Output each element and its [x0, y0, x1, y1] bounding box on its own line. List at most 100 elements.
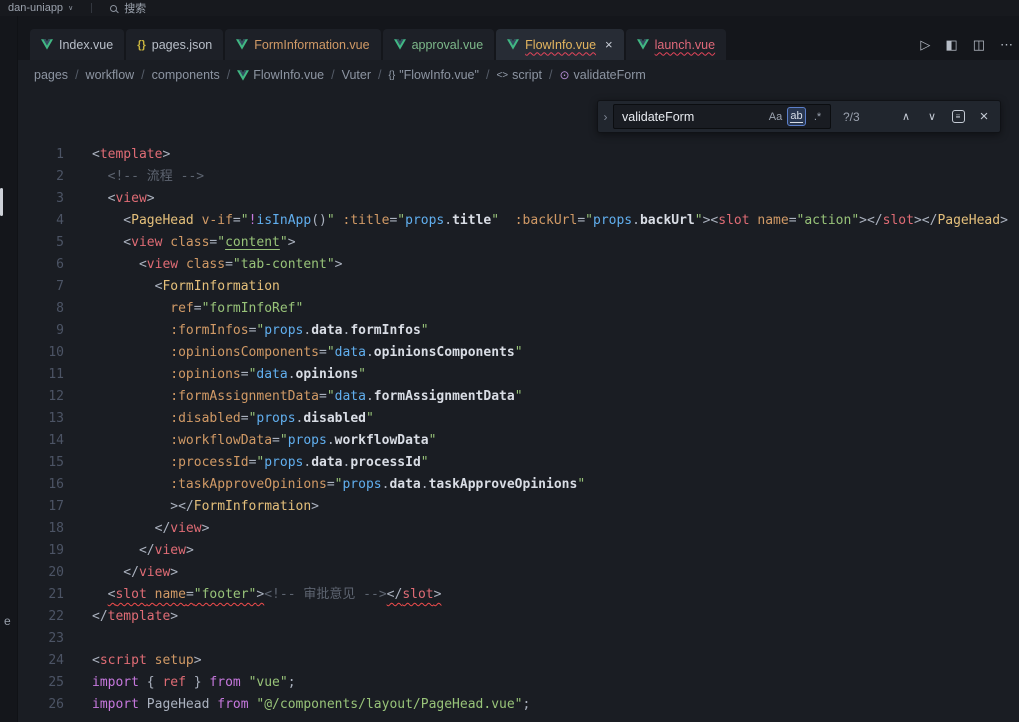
- code-line[interactable]: 26import PageHead from "@/components/lay…: [18, 694, 1019, 716]
- split-editor-icon[interactable]: ◫: [973, 37, 985, 53]
- command-center-search[interactable]: 搜索: [110, 0, 146, 16]
- code-line[interactable]: 9 :formInfos="props.data.formInfos": [18, 320, 1019, 342]
- code-text: <template>: [64, 144, 170, 166]
- code-line[interactable]: 18 </view>: [18, 518, 1019, 540]
- find-query-text[interactable]: validateForm: [622, 110, 764, 124]
- code-line[interactable]: 3 <view>: [18, 188, 1019, 210]
- code-text: :taskApproveOpinions="props.data.taskApp…: [64, 474, 585, 496]
- code-text: <view class="tab-content">: [64, 254, 342, 276]
- code-line[interactable]: 15 :processId="props.data.processId": [18, 452, 1019, 474]
- code-text: <PageHead v-if="!isInApp()" :title="prop…: [64, 210, 1008, 232]
- match-case-toggle[interactable]: Aa: [766, 107, 785, 126]
- code-line[interactable]: 17 ></FormInformation>: [18, 496, 1019, 518]
- code-line[interactable]: 21 <slot name="footer"><!-- 审批意见 --></sl…: [18, 584, 1019, 606]
- code-line[interactable]: 14 :workflowData="props.workflowData": [18, 430, 1019, 452]
- tab-label: Index.vue: [59, 38, 113, 52]
- line-number: 17: [18, 496, 64, 518]
- workspace-title: dan-uniapp: [8, 2, 63, 14]
- tab-label: pages.json: [152, 38, 212, 52]
- tab-approval.vue[interactable]: approval.vue: [383, 29, 495, 60]
- sidebar-scrollbar[interactable]: [0, 188, 3, 216]
- breadcrumb-item-Vuter[interactable]: Vuter: [342, 68, 371, 82]
- toggle-replace-icon[interactable]: ›: [598, 101, 613, 132]
- code-line[interactable]: 4 <PageHead v-if="!isInApp()" :title="pr…: [18, 210, 1019, 232]
- search-label: 搜索: [124, 0, 146, 16]
- breadcrumb-item-components[interactable]: components: [152, 68, 220, 82]
- vue-icon: [637, 39, 649, 50]
- code-line[interactable]: 8 ref="formInfoRef": [18, 298, 1019, 320]
- run-icon[interactable]: ▷: [920, 37, 930, 53]
- line-number: 8: [18, 298, 64, 320]
- breadcrumb-label: pages: [34, 68, 68, 82]
- find-in-selection-icon[interactable]: ≡: [948, 107, 968, 127]
- code-line[interactable]: 6 <view class="tab-content">: [18, 254, 1019, 276]
- code-line[interactable]: 13 :disabled="props.disabled": [18, 408, 1019, 430]
- line-number: 20: [18, 562, 64, 584]
- line-number: 14: [18, 430, 64, 452]
- close-icon[interactable]: ×: [605, 37, 613, 52]
- collapsed-sidebar[interactable]: e: [0, 16, 18, 722]
- code-line[interactable]: 25import { ref } from "vue";: [18, 672, 1019, 694]
- whole-word-toggle[interactable]: ab: [787, 107, 806, 126]
- tab-Index.vue[interactable]: Index.vue: [30, 29, 124, 60]
- title-bar: dan-uniapp ∨ 搜索: [0, 0, 1019, 16]
- tab-label: FormInformation.vue: [254, 38, 369, 52]
- find-results-count: ?/3: [843, 110, 869, 124]
- line-number: 15: [18, 452, 64, 474]
- code-line[interactable]: 20 </view>: [18, 562, 1019, 584]
- tab-launch.vue[interactable]: launch.vue: [626, 29, 726, 60]
- breadcrumb-label: script: [512, 68, 542, 82]
- code-line[interactable]: 23: [18, 628, 1019, 650]
- code-line[interactable]: 10 :opinionsComponents="data.opinionsCom…: [18, 342, 1019, 364]
- breadcrumb-separator: /: [141, 68, 144, 82]
- line-number: 18: [18, 518, 64, 540]
- breadcrumb-item-script[interactable]: <>script: [496, 68, 542, 82]
- code-line[interactable]: 2 <!-- 流程 -->: [18, 166, 1019, 188]
- code-text: <slot name="footer"><!-- 审批意见 --></slot>: [64, 584, 441, 606]
- more-actions-icon[interactable]: ⋯: [1000, 37, 1013, 53]
- breadcrumb-item-FlowInfo.vue[interactable]: {}"FlowInfo.vue": [389, 68, 479, 82]
- close-icon[interactable]: ×: [974, 107, 994, 127]
- previous-match-icon[interactable]: ∧: [896, 107, 916, 127]
- code-line[interactable]: 11 :opinions="data.opinions": [18, 364, 1019, 386]
- code-text: :formAssignmentData="data.formAssignment…: [64, 386, 523, 408]
- whole-word-glyph: ab: [790, 110, 802, 123]
- find-input[interactable]: validateForm Aaab .*: [613, 104, 831, 129]
- tab-FlowInfo.vue[interactable]: FlowInfo.vue×: [496, 29, 623, 60]
- code-line[interactable]: 22</template>: [18, 606, 1019, 628]
- code-line[interactable]: 5 <view class="content">: [18, 232, 1019, 254]
- breadcrumb-item-validateForm[interactable]: ⊙validateForm: [559, 68, 645, 82]
- code-editor[interactable]: 1<template>2 <!-- 流程 -->3 <view>4 <PageH…: [18, 90, 1019, 722]
- line-number: 12: [18, 386, 64, 408]
- code-line[interactable]: 19 </view>: [18, 540, 1019, 562]
- breadcrumb-item-pages[interactable]: pages: [34, 68, 68, 82]
- sidebar-text-fragment: e: [4, 614, 11, 628]
- regex-toggle[interactable]: .*: [808, 107, 827, 126]
- code-line[interactable]: 7 <FormInformation: [18, 276, 1019, 298]
- breadcrumb-item-workflow[interactable]: workflow: [86, 68, 135, 82]
- vue-icon: [41, 39, 53, 50]
- code-text: </view>: [64, 540, 194, 562]
- breadcrumb-separator: /: [486, 68, 489, 82]
- code-line[interactable]: 1<template>: [18, 144, 1019, 166]
- layout-icon[interactable]: ◧: [945, 37, 957, 53]
- code-text: <script setup>: [64, 650, 202, 672]
- code-line[interactable]: 12 :formAssignmentData="data.formAssignm…: [18, 386, 1019, 408]
- vscode-window: dan-uniapp ∨ 搜索 Index.vue{}pages.jsonFor…: [0, 0, 1019, 722]
- breadcrumb-item-FlowInfo.vue[interactable]: FlowInfo.vue: [237, 68, 324, 82]
- code-text: <view>: [64, 188, 155, 210]
- next-match-icon[interactable]: ∨: [922, 107, 942, 127]
- braces-icon: {}: [389, 70, 396, 81]
- code-line[interactable]: 24<script setup>: [18, 650, 1019, 672]
- line-number: 3: [18, 188, 64, 210]
- match-case-glyph: Aa: [769, 111, 782, 123]
- code-text: <FormInformation: [64, 276, 280, 298]
- tab-FormInformation.vue[interactable]: FormInformation.vue: [225, 29, 380, 60]
- line-number: 22: [18, 606, 64, 628]
- line-number: 1: [18, 144, 64, 166]
- breadcrumb-label: FlowInfo.vue: [253, 68, 324, 82]
- tab-pages.json[interactable]: {}pages.json: [126, 29, 223, 60]
- code-line[interactable]: 16 :taskApproveOpinions="props.data.task…: [18, 474, 1019, 496]
- workspace-menu[interactable]: dan-uniapp ∨: [8, 2, 73, 14]
- breadcrumb-separator: /: [378, 68, 381, 82]
